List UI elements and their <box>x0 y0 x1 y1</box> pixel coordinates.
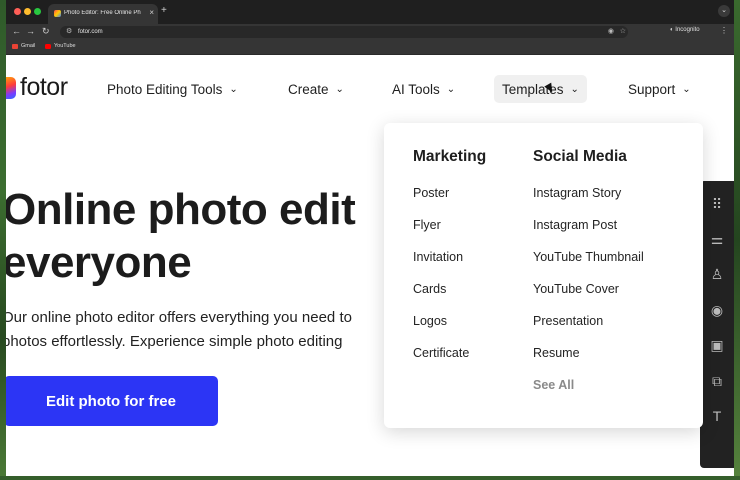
chevron-down-icon: ⌄ <box>570 83 579 95</box>
back-arrow-icon[interactable]: ← <box>12 26 21 36</box>
incognito-label: Incognito <box>675 27 700 33</box>
menu-item-presentation[interactable]: Presentation <box>533 314 603 328</box>
bookmarks-bar: Gmail YouTube <box>6 40 734 55</box>
close-window-button[interactable] <box>14 8 21 15</box>
fotor-logo-mark-icon <box>6 76 16 99</box>
hero-title-line: everyone <box>6 238 192 287</box>
desktop-background-bottom <box>0 476 740 480</box>
browser-toolbar: ← → ↻ ⚙ fotor.com ◉ ☆ ◐ Incognito ⋮ <box>6 24 734 40</box>
youtube-icon <box>45 43 51 49</box>
social-media-heading: Social Media <box>533 148 627 165</box>
forward-arrow-icon[interactable]: → <box>26 26 35 36</box>
see-all-link[interactable]: See All <box>533 378 574 392</box>
flask-icon[interactable]: ♙ <box>708 265 726 283</box>
tab-strip: Photo Editor: Free Online Ph × + ⌄ <box>6 0 734 24</box>
nav-label: Support <box>628 81 676 97</box>
nav-support[interactable]: Support ⌄ <box>628 75 691 103</box>
browser-menu-icon[interactable]: ⋮ <box>720 26 728 35</box>
chevron-down-icon: ⌄ <box>335 83 344 95</box>
browser-tab[interactable]: Photo Editor: Free Online Ph × <box>48 4 158 24</box>
nav-label: Create <box>288 81 329 97</box>
hero-description: Our online photo editor offers everythin… <box>6 306 352 354</box>
tab-title: Photo Editor: Free Online Ph <box>64 10 141 16</box>
incognito-badge[interactable]: ◐ Incognito <box>670 27 700 33</box>
minimize-window-button[interactable] <box>24 8 31 15</box>
nav-label: Photo Editing Tools <box>107 81 223 97</box>
menu-item-flyer[interactable]: Flyer <box>413 218 441 232</box>
browser-window: Photo Editor: Free Online Ph × + ⌄ ← → ↻… <box>6 0 734 476</box>
bookmark-youtube-label: YouTube <box>54 43 76 49</box>
address-bar[interactable]: ⚙ fotor.com ◉ ☆ <box>60 26 628 38</box>
gmail-icon <box>12 43 18 49</box>
menu-item-youtube-thumbnail[interactable]: YouTube Thumbnail <box>533 250 644 264</box>
menu-item-logos[interactable]: Logos <box>413 314 447 328</box>
new-tab-button[interactable]: + <box>161 5 167 16</box>
reload-icon[interactable]: ↻ <box>42 26 50 37</box>
edit-photo-button[interactable]: Edit photo for free <box>6 376 218 426</box>
menu-item-invitation[interactable]: Invitation <box>413 250 463 264</box>
shapes-icon[interactable]: ⧉ <box>708 372 726 390</box>
nav-create[interactable]: Create ⌄ <box>288 75 344 103</box>
sliders-icon[interactable]: ⚌ <box>708 230 726 248</box>
menu-item-instagram-story[interactable]: Instagram Story <box>533 186 621 200</box>
hero-title: Online photo edit everyone <box>6 183 356 289</box>
page-content: fotor Photo Editing Tools ⌄ Create ⌄ AI To… <box>6 55 734 476</box>
nav-templates[interactable]: Templates ⌄ <box>494 75 587 103</box>
nav-label: AI Tools <box>392 81 440 97</box>
site-settings-icon[interactable]: ⚙ <box>66 26 72 38</box>
frame-icon[interactable]: ▣ <box>708 336 726 354</box>
nav-photo-editing-tools[interactable]: Photo Editing Tools ⌄ <box>107 75 238 103</box>
logo-text: fotor <box>20 73 68 101</box>
text-icon[interactable]: T <box>708 407 726 425</box>
menu-item-cards[interactable]: Cards <box>413 282 446 296</box>
tab-search-chevron-icon[interactable]: ⌄ <box>718 5 730 17</box>
fotor-logo[interactable]: fotor <box>6 73 68 102</box>
menu-item-instagram-post[interactable]: Instagram Post <box>533 218 617 232</box>
chevron-down-icon: ⌄ <box>682 83 691 95</box>
fotor-favicon-icon <box>54 10 61 17</box>
bookmark-star-icon[interactable]: ☆ <box>620 26 626 38</box>
hero-desc-line: Our online photo editor offers everythin… <box>6 309 352 326</box>
desktop-background-right <box>734 0 740 480</box>
menu-item-resume[interactable]: Resume <box>533 346 580 360</box>
menu-item-poster[interactable]: Poster <box>413 186 449 200</box>
marketing-heading: Marketing <box>413 148 487 165</box>
maximize-window-button[interactable] <box>34 8 41 15</box>
bookmark-gmail-label: Gmail <box>21 43 36 49</box>
hero-title-line: Online photo edit <box>6 185 356 234</box>
eye-icon[interactable]: ◉ <box>708 301 726 319</box>
menu-item-certificate[interactable]: Certificate <box>413 346 469 360</box>
editor-side-panel: ⠿ ⚌ ♙ ◉ ▣ ⧉ T <box>700 181 734 468</box>
templates-dropdown: Marketing Poster Flyer Invitation Cards … <box>384 123 703 428</box>
hero-desc-line: photos effortlessly. Experience simple p… <box>6 333 343 350</box>
eye-slash-icon[interactable]: ◉ <box>608 26 614 38</box>
tab-close-icon[interactable]: × <box>149 8 154 17</box>
nav-ai-tools[interactable]: AI Tools ⌄ <box>392 75 455 103</box>
chevron-down-icon: ⌄ <box>229 83 238 95</box>
bookmark-gmail[interactable]: Gmail <box>12 43 35 49</box>
url-text: fotor.com <box>78 29 103 35</box>
grid-icon[interactable]: ⠿ <box>708 195 726 213</box>
chevron-down-icon: ⌄ <box>446 83 456 95</box>
bookmark-youtube[interactable]: YouTube <box>45 43 76 49</box>
menu-item-youtube-cover[interactable]: YouTube Cover <box>533 282 619 296</box>
